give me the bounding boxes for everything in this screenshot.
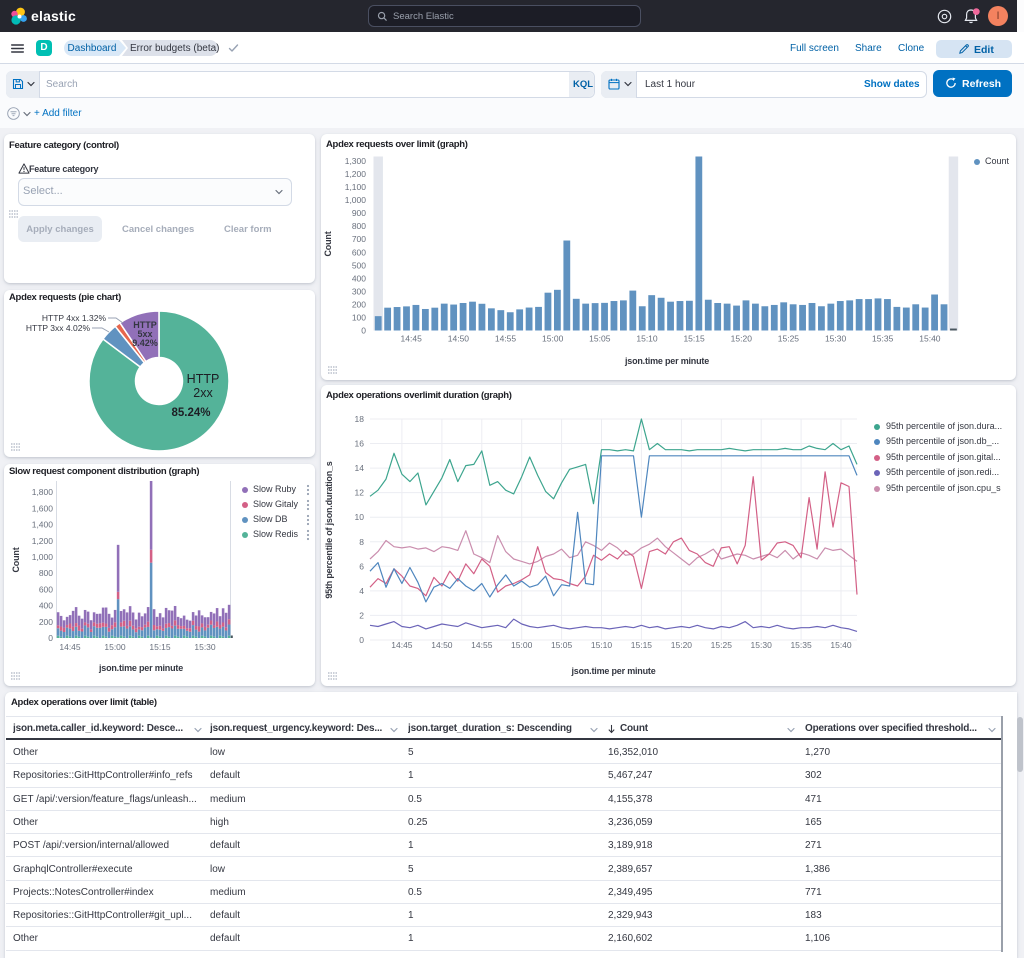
svg-text:16: 16 bbox=[355, 439, 365, 449]
svg-text:0: 0 bbox=[48, 633, 53, 643]
svg-text:15:25: 15:25 bbox=[711, 640, 733, 650]
svg-text:0: 0 bbox=[359, 635, 364, 645]
svg-text:1,200: 1,200 bbox=[32, 536, 54, 546]
svg-text:14:45: 14:45 bbox=[401, 334, 423, 344]
svg-text:15:30: 15:30 bbox=[751, 640, 773, 650]
svg-text:15:20: 15:20 bbox=[731, 334, 753, 344]
svg-text:15:25: 15:25 bbox=[778, 334, 800, 344]
svg-text:8: 8 bbox=[359, 537, 364, 547]
svg-text:900: 900 bbox=[352, 208, 366, 218]
svg-text:1,800: 1,800 bbox=[32, 487, 54, 497]
svg-text:15:20: 15:20 bbox=[671, 640, 693, 650]
svg-text:15:00: 15:00 bbox=[542, 334, 564, 344]
svg-text:15:15: 15:15 bbox=[631, 640, 653, 650]
svg-text:15:30: 15:30 bbox=[194, 642, 216, 652]
svg-text:1,300: 1,300 bbox=[345, 156, 367, 166]
svg-text:1,200: 1,200 bbox=[345, 169, 367, 179]
svg-text:800: 800 bbox=[352, 221, 366, 231]
svg-text:1,000: 1,000 bbox=[32, 552, 54, 562]
svg-text:12: 12 bbox=[355, 488, 365, 498]
svg-text:9.42%: 9.42% bbox=[132, 338, 158, 348]
svg-text:15:35: 15:35 bbox=[872, 334, 894, 344]
svg-text:6: 6 bbox=[359, 561, 364, 571]
svg-text:14: 14 bbox=[355, 463, 365, 473]
svg-text:1,100: 1,100 bbox=[345, 182, 367, 192]
svg-text:1,400: 1,400 bbox=[32, 520, 54, 530]
svg-text:15:10: 15:10 bbox=[636, 334, 658, 344]
svg-text:15:15: 15:15 bbox=[149, 642, 171, 652]
svg-text:15:00: 15:00 bbox=[511, 640, 533, 650]
svg-text:15:40: 15:40 bbox=[919, 334, 941, 344]
svg-text:15:30: 15:30 bbox=[825, 334, 847, 344]
svg-text:4: 4 bbox=[359, 586, 364, 596]
svg-text:15:40: 15:40 bbox=[830, 640, 852, 650]
svg-text:15:00: 15:00 bbox=[104, 642, 126, 652]
svg-text:HTTP 3xx 4.02%: HTTP 3xx 4.02% bbox=[26, 323, 91, 333]
svg-text:HTTP: HTTP bbox=[187, 372, 220, 386]
svg-text:15:05: 15:05 bbox=[589, 334, 611, 344]
svg-text:HTTP 4xx 1.32%: HTTP 4xx 1.32% bbox=[42, 313, 107, 323]
svg-text:300: 300 bbox=[352, 286, 366, 296]
svg-text:0: 0 bbox=[361, 326, 366, 336]
svg-text:15:10: 15:10 bbox=[591, 640, 613, 650]
svg-text:15:05: 15:05 bbox=[551, 640, 573, 650]
svg-text:400: 400 bbox=[352, 273, 366, 283]
svg-text:1,000: 1,000 bbox=[345, 195, 367, 205]
svg-text:200: 200 bbox=[352, 299, 366, 309]
svg-text:200: 200 bbox=[39, 617, 53, 627]
svg-text:600: 600 bbox=[39, 584, 53, 594]
svg-text:15:35: 15:35 bbox=[790, 640, 812, 650]
svg-text:1,600: 1,600 bbox=[32, 503, 54, 513]
svg-text:2xx: 2xx bbox=[193, 386, 213, 400]
svg-text:14:45: 14:45 bbox=[59, 642, 81, 652]
svg-text:14:50: 14:50 bbox=[448, 334, 470, 344]
svg-text:400: 400 bbox=[39, 601, 53, 611]
svg-text:14:55: 14:55 bbox=[495, 334, 517, 344]
svg-text:14:50: 14:50 bbox=[431, 640, 453, 650]
svg-text:2: 2 bbox=[359, 610, 364, 620]
svg-text:14:55: 14:55 bbox=[471, 640, 493, 650]
svg-text:10: 10 bbox=[355, 512, 365, 522]
svg-text:14:45: 14:45 bbox=[391, 640, 413, 650]
svg-text:15:15: 15:15 bbox=[683, 334, 705, 344]
svg-text:500: 500 bbox=[352, 260, 366, 270]
svg-text:100: 100 bbox=[352, 313, 366, 323]
svg-text:600: 600 bbox=[352, 247, 366, 257]
svg-text:700: 700 bbox=[352, 234, 366, 244]
svg-text:85.24%: 85.24% bbox=[171, 407, 210, 419]
svg-text:800: 800 bbox=[39, 568, 53, 578]
svg-text:18: 18 bbox=[355, 414, 365, 424]
